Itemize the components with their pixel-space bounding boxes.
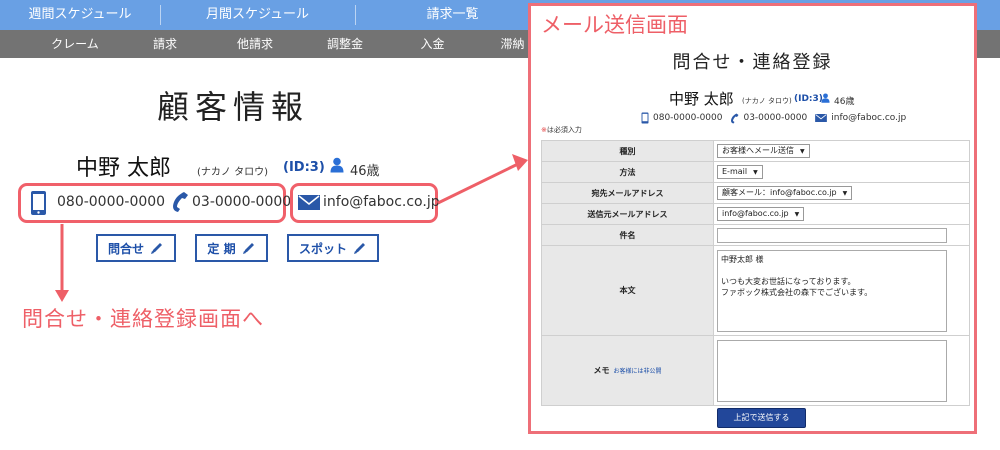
required-note: ※は必須入力 xyxy=(541,125,582,135)
form-mobile: 080-0000-0000 xyxy=(653,113,723,123)
form-customer-id: (ID:3) xyxy=(794,94,823,104)
form-contacts: 080-0000-0000 03-0000-0000 info@faboc.co… xyxy=(641,112,906,124)
form-phone: 03-0000-0000 xyxy=(743,113,808,123)
chevron-down-icon: ▼ xyxy=(842,190,848,197)
form-customer-name: 中野 太郎 xyxy=(669,90,734,108)
person-icon xyxy=(821,93,830,103)
chevron-down-icon: ▼ xyxy=(800,148,805,155)
send-button[interactable]: 上記で送信する xyxy=(717,408,806,428)
type-select[interactable]: お客様へメール送信 ▼ xyxy=(717,144,810,158)
method-label: 方法 xyxy=(541,161,714,183)
type-label: 種別 xyxy=(541,140,714,162)
form-row-memo: メモ お客様には非公開 xyxy=(541,335,970,406)
mail-send-panel: メール送信画面 問合せ・連絡登録 中野 太郎 (ナカノ タロウ) (ID:3) … xyxy=(528,3,977,434)
memo-private-note: お客様には非公開 xyxy=(613,368,662,375)
form-email: info@faboc.co.jp xyxy=(831,113,907,123)
body-label: 本文 xyxy=(541,245,714,336)
required-note-text: は必須入力 xyxy=(546,126,582,134)
right-arrow-line xyxy=(437,161,521,205)
form-row-method: 方法 E-mail ▼ xyxy=(541,161,970,183)
screenshot-root: 週間スケジュール 月間スケジュール 請求一覧 クレーム 請求 他請求 調整金 入… xyxy=(0,0,1000,450)
to-address-select[interactable]: 顧客メール：info@faboc.co.jp ▼ xyxy=(717,186,853,200)
to-address-value: 顧客メール：info@faboc.co.jp xyxy=(722,188,837,197)
form-row-body: 本文 中野太郎 様 いつも大変お世話になっております。 ファボック株式会社の森下… xyxy=(541,245,970,336)
mail-form-table: 種別 お客様へメール送信 ▼ 方法 E-mail ▼ 宛先メールアドレス 顧客メール… xyxy=(541,140,970,406)
from-address-select[interactable]: info@faboc.co.jp ▼ xyxy=(717,207,805,221)
subject-label: 件名 xyxy=(541,224,714,246)
method-select-value: E-mail xyxy=(722,167,748,176)
to-address-label: 宛先メールアドレス xyxy=(541,182,714,204)
phone-icon xyxy=(731,113,739,123)
form-customer-kana: (ナカノ タロウ) xyxy=(742,97,792,105)
mail-icon xyxy=(815,114,828,122)
down-arrowhead xyxy=(55,290,69,302)
subject-input[interactable] xyxy=(717,227,947,243)
form-row-subject: 件名 xyxy=(541,224,970,246)
form-row-to: 宛先メールアドレス 顧客メール：info@faboc.co.jp ▼ xyxy=(541,182,970,204)
chevron-down-icon: ▼ xyxy=(753,169,758,176)
from-address-value: info@faboc.co.jp xyxy=(722,209,789,218)
chevron-down-icon: ▼ xyxy=(794,211,800,218)
mobile-phone-icon xyxy=(641,112,649,124)
form-row-type: 種別 お客様へメール送信 ▼ xyxy=(541,140,970,162)
type-select-value: お客様へメール送信 xyxy=(722,146,794,155)
right-arrowhead xyxy=(512,154,528,171)
memo-textarea[interactable] xyxy=(717,339,947,402)
memo-label: メモ xyxy=(593,366,610,375)
body-textarea[interactable]: 中野太郎 様 いつも大変お世話になっております。 ファボック株式会社の森下でござ… xyxy=(717,249,947,332)
mail-screen-label: メール送信画面 xyxy=(541,13,688,37)
inquiry-screen-label: 問合せ・連絡登録画面へ xyxy=(22,307,264,331)
form-title: 問合せ・連絡登録 xyxy=(672,52,833,73)
form-row-from: 送信元メールアドレス info@faboc.co.jp ▼ xyxy=(541,203,970,225)
from-address-label: 送信元メールアドレス xyxy=(541,203,714,225)
method-select[interactable]: E-mail ▼ xyxy=(717,165,763,179)
form-customer-age: 46歳 xyxy=(834,97,855,107)
